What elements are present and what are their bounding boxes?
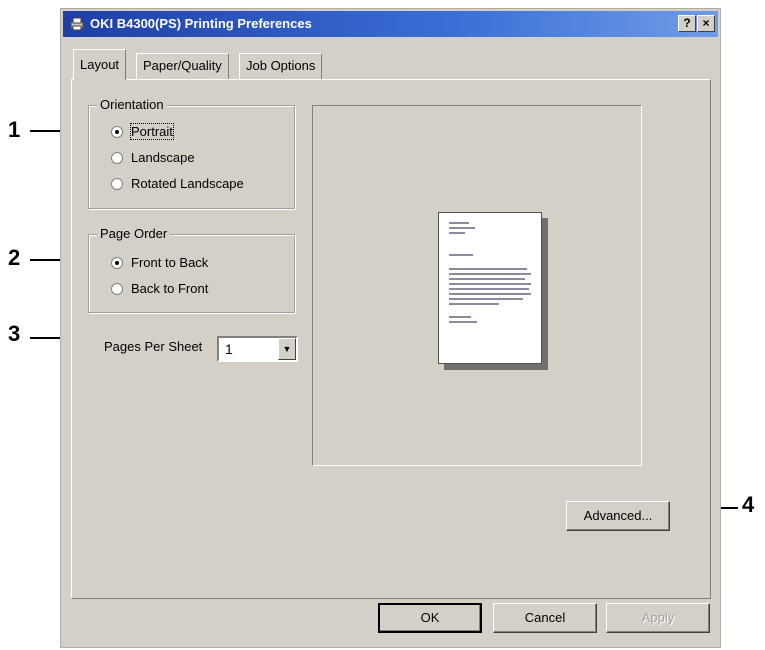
printing-preferences-dialog: OKI B4300(PS) Printing Preferences ? × L… (60, 8, 721, 648)
radio-button-icon (111, 257, 123, 269)
ok-button[interactable]: OK (378, 603, 482, 633)
radio-label: Portrait (130, 123, 174, 140)
tab-job-options[interactable]: Job Options (239, 53, 323, 79)
radio-label: Back to Front (131, 281, 209, 296)
cancel-button[interactable]: Cancel (493, 603, 597, 633)
window-title: OKI B4300(PS) Printing Preferences (90, 16, 312, 31)
layout-tab-panel: Orientation Portrait Landscape Rotated L… (71, 79, 711, 599)
pages-per-sheet-label: Pages Per Sheet (104, 339, 203, 354)
close-button[interactable]: × (697, 15, 715, 32)
callout-4-number: 4 (742, 492, 755, 517)
page-order-legend: Page Order (97, 226, 171, 241)
radio-button-icon (111, 178, 123, 190)
radio-label: Rotated Landscape (131, 176, 244, 191)
apply-button[interactable]: Apply (606, 603, 710, 633)
orientation-legend: Orientation (97, 97, 167, 112)
advanced-button[interactable]: Advanced... (566, 501, 670, 531)
radio-button-icon (111, 283, 123, 295)
radio-label: Landscape (131, 150, 195, 165)
orientation-group: Orientation Portrait Landscape Rotated L… (88, 97, 295, 209)
pages-per-sheet-value: 1 (225, 341, 233, 357)
radio-button-icon (111, 152, 123, 164)
callout-1-number: 1 (8, 117, 21, 142)
layout-preview-pane (312, 105, 642, 466)
printer-icon (70, 17, 84, 31)
callout-2-number: 2 (8, 245, 21, 270)
pages-per-sheet-select[interactable]: 1 ▼ (217, 336, 298, 362)
tab-paper-quality[interactable]: Paper/Quality (136, 53, 229, 79)
callout-3-number: 3 (8, 321, 21, 346)
document-text-icon (449, 222, 531, 323)
page-order-group: Page Order Front to Back Back to Front (88, 226, 295, 313)
help-button[interactable]: ? (678, 15, 696, 32)
radio-label: Front to Back (131, 255, 209, 270)
title-bar[interactable]: OKI B4300(PS) Printing Preferences ? × (63, 11, 718, 37)
chevron-down-icon[interactable]: ▼ (278, 338, 296, 360)
portrait-page-preview (438, 212, 542, 364)
radio-button-icon (111, 126, 123, 138)
tab-layout[interactable]: Layout (73, 49, 127, 80)
